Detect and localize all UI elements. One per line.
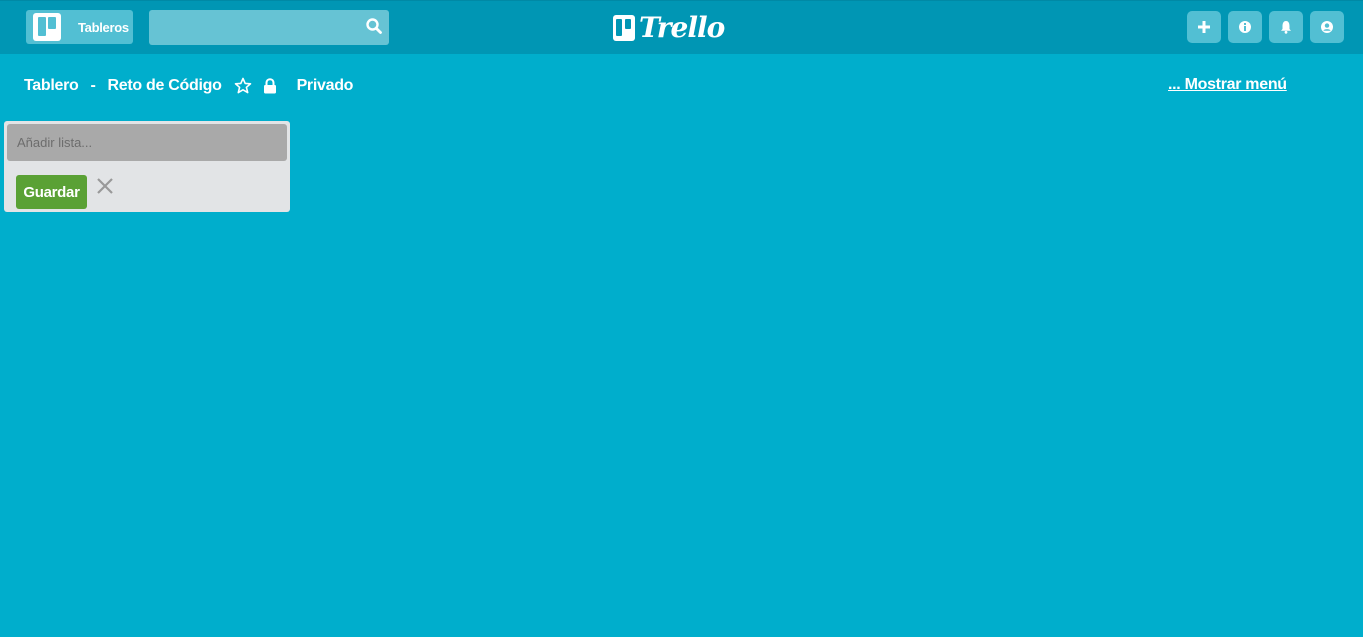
trello-logo[interactable]: Trello: [613, 11, 725, 45]
header-actions: [1187, 11, 1344, 43]
plus-icon: [1198, 21, 1210, 33]
board-prefix: Tablero: [24, 77, 79, 94]
user-icon: [1321, 21, 1333, 33]
info-icon: [1239, 21, 1251, 33]
add-button[interactable]: [1187, 11, 1221, 43]
board-header: Tablero - Reto de Código Privado: [24, 76, 353, 96]
search-input[interactable]: [157, 10, 361, 45]
bell-icon: [1281, 21, 1291, 34]
boards-icon: [33, 13, 61, 41]
info-button[interactable]: [1228, 11, 1262, 43]
privacy-label[interactable]: Privado: [297, 77, 354, 95]
top-bar: Tableros Trello: [0, 0, 1363, 54]
trello-mark-icon: [613, 15, 635, 41]
close-icon[interactable]: [94, 175, 116, 197]
save-button[interactable]: Guardar: [16, 175, 87, 209]
board-title-separator: -: [90, 77, 96, 94]
trello-wordmark: Trello: [639, 11, 725, 44]
boards-button-label: Tableros: [78, 19, 129, 35]
show-menu-link[interactable]: ... Mostrar menú: [1168, 76, 1287, 94]
search-icon[interactable]: [365, 17, 383, 35]
add-list-input[interactable]: [7, 124, 287, 161]
search-box: [149, 10, 389, 45]
board-title[interactable]: Reto de Código: [108, 77, 222, 95]
notifications-button[interactable]: [1269, 11, 1303, 43]
add-list-form: Guardar: [4, 121, 290, 212]
lock-icon: [263, 78, 276, 94]
account-button[interactable]: [1310, 11, 1344, 43]
boards-button[interactable]: Tableros: [26, 10, 133, 44]
star-icon[interactable]: [234, 77, 252, 95]
